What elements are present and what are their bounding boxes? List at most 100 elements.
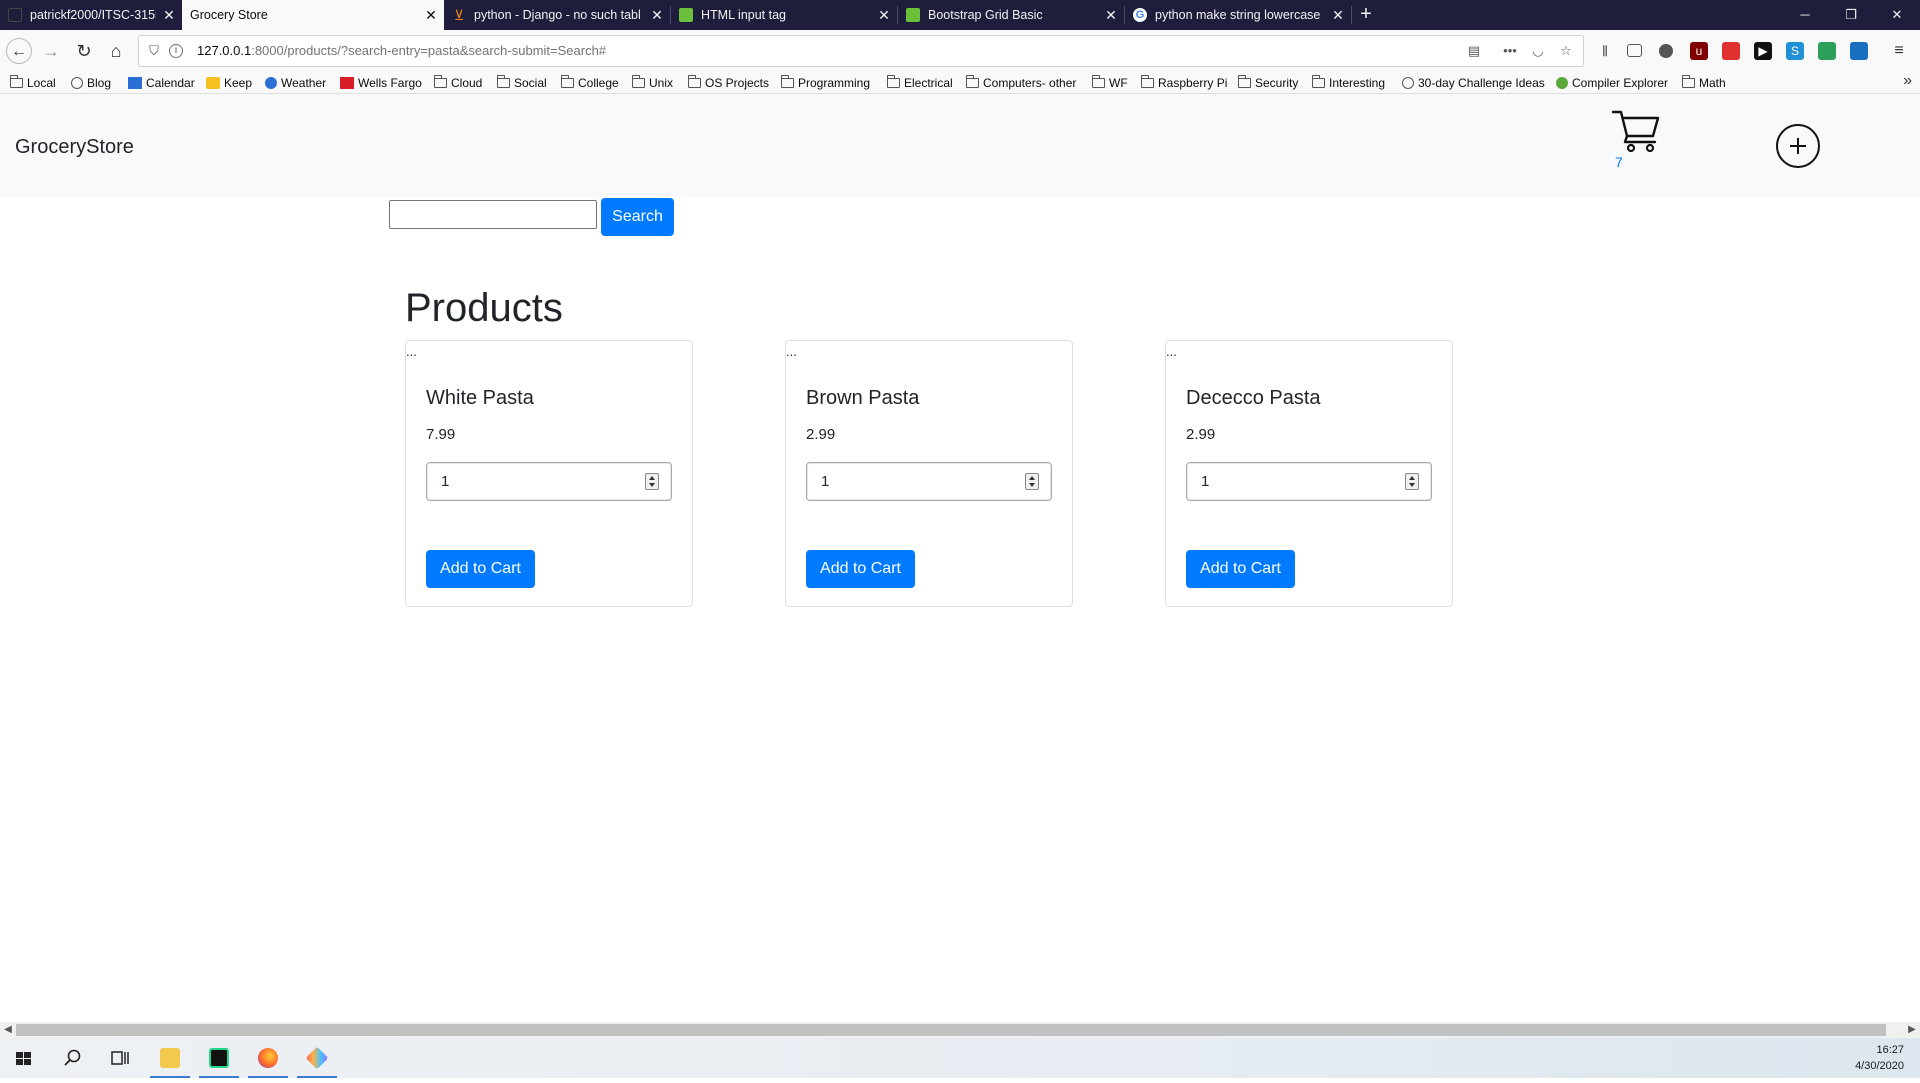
bookmark-item[interactable]: Security: [1237, 74, 1298, 92]
product-card: ... Brown Pasta 2.99 1 Add to Cart: [785, 340, 1073, 607]
brand-link[interactable]: GroceryStore: [15, 136, 134, 159]
site-info-icon[interactable]: i: [169, 44, 183, 58]
bookmarks-bar: Local Blog Calendar Keep Weather Wells Fargo C…: [0, 72, 1920, 94]
scrollbar-thumb[interactable]: [16, 1024, 1886, 1036]
library-icon[interactable]: ⫼: [1596, 42, 1614, 60]
menu-hamburger-icon[interactable]: ≡: [1890, 42, 1908, 60]
product-name: Dececco Pasta: [1186, 387, 1321, 409]
new-tab-button[interactable]: +: [1352, 0, 1380, 30]
google-icon: G: [1133, 8, 1147, 22]
minimize-button[interactable]: ─: [1782, 0, 1828, 30]
bookmark-item[interactable]: Local: [9, 74, 56, 92]
forward-arrow-icon[interactable]: →: [38, 38, 64, 64]
task-view-icon[interactable]: [96, 1038, 144, 1078]
bookmark-item[interactable]: WF: [1091, 74, 1128, 92]
search-button[interactable]: Search: [601, 198, 674, 236]
quantity-stepper[interactable]: 1: [806, 462, 1052, 501]
search-input[interactable]: [389, 200, 597, 229]
folder-icon: [433, 75, 447, 88]
tab-html-input[interactable]: HTML input tag ✕: [671, 0, 897, 30]
extension-red-icon[interactable]: [1722, 42, 1740, 60]
ublock-icon[interactable]: u: [1690, 42, 1708, 60]
product-price: 2.99: [806, 426, 836, 443]
bookmarks-overflow-icon[interactable]: »: [1903, 72, 1912, 90]
spinner-arrows-icon[interactable]: [645, 473, 659, 490]
tab-github[interactable]: patrickf2000/ITSC-3155-Final-P ✕: [0, 0, 182, 30]
shield-extension-icon[interactable]: [1818, 42, 1836, 60]
bookmark-item[interactable]: Social: [496, 74, 547, 92]
bookmark-item[interactable]: Weather: [265, 74, 326, 92]
back-arrow-icon[interactable]: ←: [6, 38, 32, 64]
close-tab-icon[interactable]: ✕: [871, 7, 897, 24]
reload-icon[interactable]: ↻: [71, 38, 97, 64]
bookmark-item[interactable]: College: [560, 74, 619, 92]
page-title: Products: [405, 286, 563, 330]
bookmark-item[interactable]: 30-day Challenge Ideas: [1402, 74, 1545, 92]
restore-button[interactable]: ❐: [1828, 0, 1874, 30]
bookmark-item[interactable]: Unix: [631, 74, 674, 92]
page-actions-icon[interactable]: •••: [1501, 42, 1519, 60]
close-tab-icon[interactable]: ✕: [1098, 7, 1124, 24]
bookmark-item[interactable]: OS Projects: [687, 74, 769, 92]
add-to-cart-button[interactable]: Add to Cart: [1186, 550, 1295, 588]
folder-icon: [560, 75, 574, 88]
gitkraken-icon[interactable]: [293, 1038, 341, 1078]
bookmark-item[interactable]: Blog: [71, 74, 111, 92]
cart-count-badge[interactable]: 7: [1615, 154, 1623, 170]
bookmark-item[interactable]: Math: [1681, 74, 1726, 92]
bookmark-item[interactable]: Programming: [780, 74, 870, 92]
close-tab-icon[interactable]: ✕: [644, 7, 670, 24]
account-icon[interactable]: [1659, 44, 1673, 58]
shield-icon[interactable]: ⛉: [145, 42, 163, 60]
bookmark-item[interactable]: Keep: [206, 74, 252, 92]
close-tab-icon[interactable]: ✕: [156, 7, 182, 24]
tab-title: HTML input tag: [701, 8, 786, 22]
system-clock[interactable]: 16:27 4/30/2020: [1855, 1042, 1904, 1074]
url-bar[interactable]: ⛉ i 127.0.0.1:8000/products/?search-entr…: [138, 35, 1584, 67]
add-to-cart-button[interactable]: Add to Cart: [426, 550, 535, 588]
tab-grocery-store[interactable]: Grocery Store ✕: [182, 0, 444, 30]
reader-view-icon[interactable]: ▤: [1465, 42, 1483, 60]
quantity-stepper[interactable]: 1: [1186, 462, 1432, 501]
bookmark-item[interactable]: Cloud: [433, 74, 482, 92]
skype-extension-icon[interactable]: S: [1786, 42, 1804, 60]
pocket-icon[interactable]: ◡: [1529, 42, 1547, 60]
scroll-left-arrow-icon[interactable]: ◀: [0, 1022, 16, 1038]
bookmark-item[interactable]: Raspberry Pi: [1140, 74, 1227, 92]
close-tab-icon[interactable]: ✕: [418, 7, 444, 24]
spinner-arrows-icon[interactable]: [1025, 473, 1039, 490]
search-icon[interactable]: [48, 1038, 96, 1078]
quantity-stepper[interactable]: 1: [426, 462, 672, 501]
spinner-arrows-icon[interactable]: [1405, 473, 1419, 490]
play-extension-icon[interactable]: ▶: [1754, 42, 1772, 60]
bookmark-item[interactable]: Compiler Explorer: [1556, 74, 1668, 92]
home-icon[interactable]: ⌂: [103, 38, 129, 64]
bookmark-item[interactable]: Calendar: [128, 74, 195, 92]
pycharm-icon[interactable]: [195, 1038, 243, 1078]
tab-google-search[interactable]: G python make string lowercase ✕: [1125, 0, 1351, 30]
add-to-cart-button[interactable]: Add to Cart: [806, 550, 915, 588]
horizontal-scrollbar[interactable]: ◀ ▶: [0, 1022, 1920, 1038]
file-explorer-icon[interactable]: [146, 1038, 194, 1078]
bookmark-item[interactable]: Computers- other: [965, 74, 1076, 92]
close-window-button[interactable]: ✕: [1874, 0, 1920, 30]
product-image: ...: [786, 344, 797, 359]
url-text[interactable]: 127.0.0.1:8000/products/?search-entry=pa…: [197, 36, 606, 66]
bookmark-label: Unix: [649, 76, 674, 90]
bookmark-star-icon[interactable]: ☆: [1557, 42, 1575, 60]
bookmark-label: Interesting: [1329, 76, 1386, 90]
browser-tab-strip: patrickf2000/ITSC-3155-Final-P ✕ Grocery…: [0, 0, 1920, 30]
tab-bootstrap-grid[interactable]: Bootstrap Grid Basic ✕: [898, 0, 1124, 30]
scroll-right-arrow-icon[interactable]: ▶: [1904, 1022, 1920, 1038]
folder-icon: [687, 75, 701, 88]
sidebar-icon[interactable]: [1627, 44, 1642, 57]
chart-extension-icon[interactable]: [1850, 42, 1868, 60]
tab-stackoverflow[interactable]: ⊻ python - Django - no such tabl ✕: [444, 0, 670, 30]
windows-start-icon[interactable]: [0, 1038, 48, 1078]
bookmark-item[interactable]: Wells Fargo: [340, 74, 422, 92]
bookmark-item[interactable]: Electrical: [886, 74, 953, 92]
add-product-button[interactable]: [1776, 124, 1820, 168]
bookmark-item[interactable]: Interesting: [1311, 74, 1386, 92]
close-tab-icon[interactable]: ✕: [1325, 7, 1351, 24]
firefox-icon[interactable]: [244, 1038, 292, 1078]
